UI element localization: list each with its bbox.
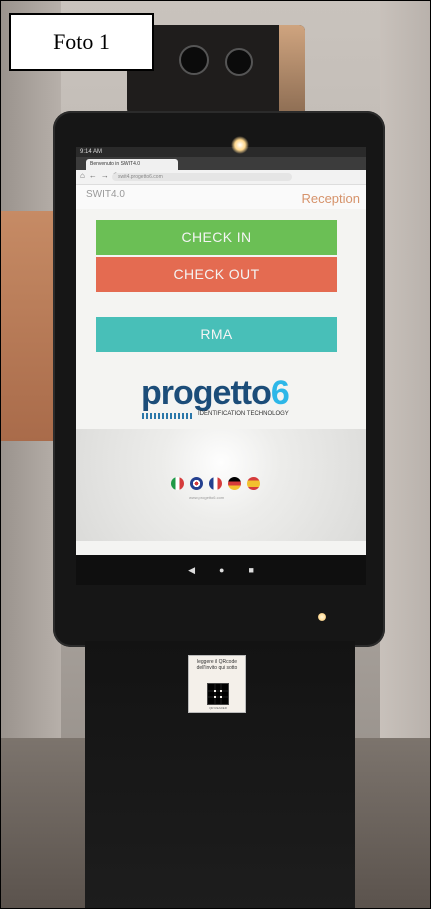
- spanish-flag-icon[interactable]: [247, 477, 260, 490]
- progetto-wordmark: progetto: [141, 374, 272, 412]
- browser-tab-title: Benvenuto in SWIT4.0: [90, 161, 141, 167]
- recents-icon[interactable]: ■: [248, 565, 253, 575]
- english-flag-icon[interactable]: [190, 477, 203, 490]
- ceiling-light-reflection: [231, 136, 249, 154]
- camera-lens-icon: [179, 45, 209, 75]
- sensor-light-icon: [318, 613, 326, 621]
- camera-trim: [279, 25, 305, 115]
- check-out-button[interactable]: CHECK OUT: [96, 257, 337, 292]
- rma-button[interactable]: RMA: [96, 317, 337, 352]
- qr-instruction-card: leggere il QRcode dell'invito qui sotto …: [188, 655, 246, 713]
- logo-barcode-icon: [142, 413, 192, 419]
- italian-flag-icon[interactable]: [171, 477, 184, 490]
- back-icon[interactable]: ◀: [188, 565, 195, 576]
- android-status-bar: 9:14 AM: [76, 147, 366, 157]
- home-icon[interactable]: ●: [219, 565, 224, 575]
- swit-logo: SWIT4.0: [86, 189, 125, 200]
- qr-instruction-text: leggere il QRcode dell'invito qui sotto: [196, 659, 238, 671]
- url-field[interactable]: swit4.progetto6.com: [112, 173, 292, 181]
- language-flags: [171, 477, 271, 491]
- progetto6-logo: progetto6: [141, 374, 321, 414]
- qr-footer-text: QR READER: [209, 706, 227, 710]
- browser-tab-strip: Benvenuto in SWIT4.0: [76, 157, 366, 170]
- browser-url-bar: ⌂←→⟳ swit4.progetto6.com: [76, 170, 366, 185]
- android-nav-bar: ◀ ● ■: [76, 555, 366, 585]
- sensor-lens-icon: [225, 48, 253, 76]
- kiosk-photo: 9:14 AM Benvenuto in SWIT4.0 ⌂←→⟳ swit4.…: [0, 0, 431, 909]
- reception-logo: Reception: [301, 191, 360, 206]
- website-url: www.progetto6.com: [189, 495, 225, 500]
- german-flag-icon[interactable]: [228, 477, 241, 490]
- progetto-six: 6: [270, 374, 290, 412]
- wooden-shelf: [1, 211, 53, 441]
- app-header: SWIT4.0 Reception: [76, 185, 366, 209]
- check-in-button[interactable]: CHECK IN: [96, 220, 337, 255]
- browser-tab[interactable]: Benvenuto in SWIT4.0: [86, 159, 178, 170]
- status-time: 9:14 AM: [80, 149, 103, 155]
- logo-tagline: IDENTIFICATION TECHNOLOGY: [198, 411, 289, 417]
- url-text: swit4.progetto6.com: [118, 174, 163, 180]
- photo-label: Foto 1: [9, 13, 154, 71]
- french-flag-icon[interactable]: [209, 477, 222, 490]
- kiosk-screen: 9:14 AM Benvenuto in SWIT4.0 ⌂←→⟳ swit4.…: [76, 147, 366, 585]
- qr-code-icon: [207, 683, 229, 705]
- photo-label-text: Foto 1: [53, 29, 110, 54]
